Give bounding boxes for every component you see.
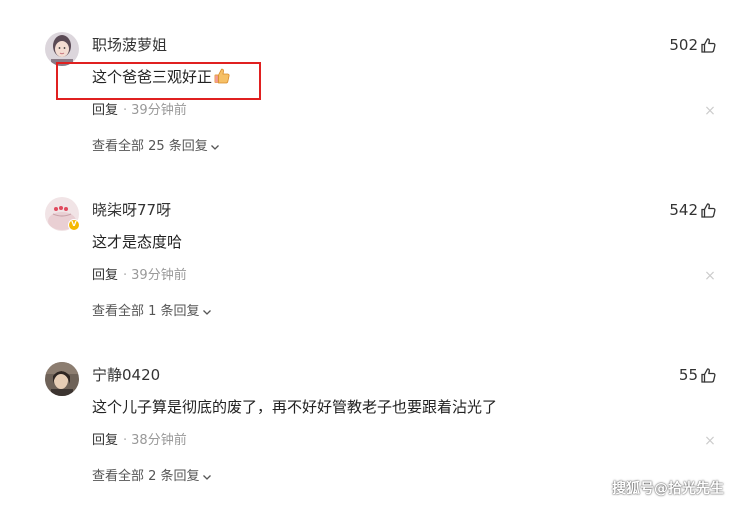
watermark: 搜狐号@拾光先生 (612, 481, 724, 497)
comment-meta: 回复 · 39分钟前 (92, 267, 187, 285)
user-avatar[interactable] (45, 32, 79, 66)
comment-text: 这才是态度哈 (92, 233, 183, 251)
reply-button[interactable]: 回复 (92, 432, 118, 450)
close-icon[interactable]: × (703, 104, 717, 118)
chevron-down-icon (202, 475, 211, 480)
username[interactable]: 晓柒呀77呀 (92, 200, 171, 220)
thumbs-up-icon (701, 202, 716, 218)
avatar-woman-photo-icon (45, 32, 79, 66)
reply-button[interactable]: 回复 (92, 267, 118, 285)
thumbs-up-icon (701, 367, 716, 383)
like-button[interactable]: 542 (669, 200, 717, 220)
comment-time: 39分钟前 (131, 268, 187, 283)
like-button[interactable]: 55 (679, 365, 717, 385)
separator-dot: · (123, 268, 128, 283)
chevron-down-icon (210, 145, 219, 150)
close-icon[interactable]: × (703, 434, 717, 448)
username[interactable]: 职场菠萝姐 (92, 35, 167, 55)
separator-dot: · (123, 103, 128, 118)
comment-text: 这个儿子算是彻底的废了，再不好好管教老子也要跟着沾光了 (92, 398, 498, 416)
vip-badge: V (68, 219, 80, 231)
thumbs-up-icon (701, 37, 716, 53)
comment-time: 38分钟前 (131, 433, 187, 448)
avatar-portrait-photo-icon (45, 362, 79, 396)
view-all-replies[interactable]: 查看全部 25 条回复 (92, 138, 220, 156)
highlight-box (56, 62, 261, 100)
close-icon[interactable]: × (703, 269, 717, 283)
comment-time: 39分钟前 (131, 103, 187, 118)
separator-dot: · (123, 433, 128, 448)
view-all-replies[interactable]: 查看全部 1 条回复 (92, 303, 212, 321)
like-count: 502 (669, 36, 698, 54)
view-all-replies-label: 查看全部 25 条回复 (92, 139, 208, 154)
chevron-down-icon (202, 310, 211, 315)
view-all-replies-label: 查看全部 1 条回复 (92, 304, 200, 319)
username[interactable]: 宁静0420 (92, 365, 160, 385)
reply-button[interactable]: 回复 (92, 102, 118, 120)
user-avatar[interactable] (45, 362, 79, 396)
comment-meta: 回复 · 38分钟前 (92, 432, 187, 450)
like-count: 55 (678, 366, 698, 384)
like-count: 542 (669, 201, 698, 219)
view-all-replies-label: 查看全部 2 条回复 (92, 469, 200, 484)
view-all-replies[interactable]: 查看全部 2 条回复 (92, 468, 212, 486)
comment-meta: 回复 · 39分钟前 (92, 102, 187, 120)
like-button[interactable]: 502 (669, 35, 717, 55)
